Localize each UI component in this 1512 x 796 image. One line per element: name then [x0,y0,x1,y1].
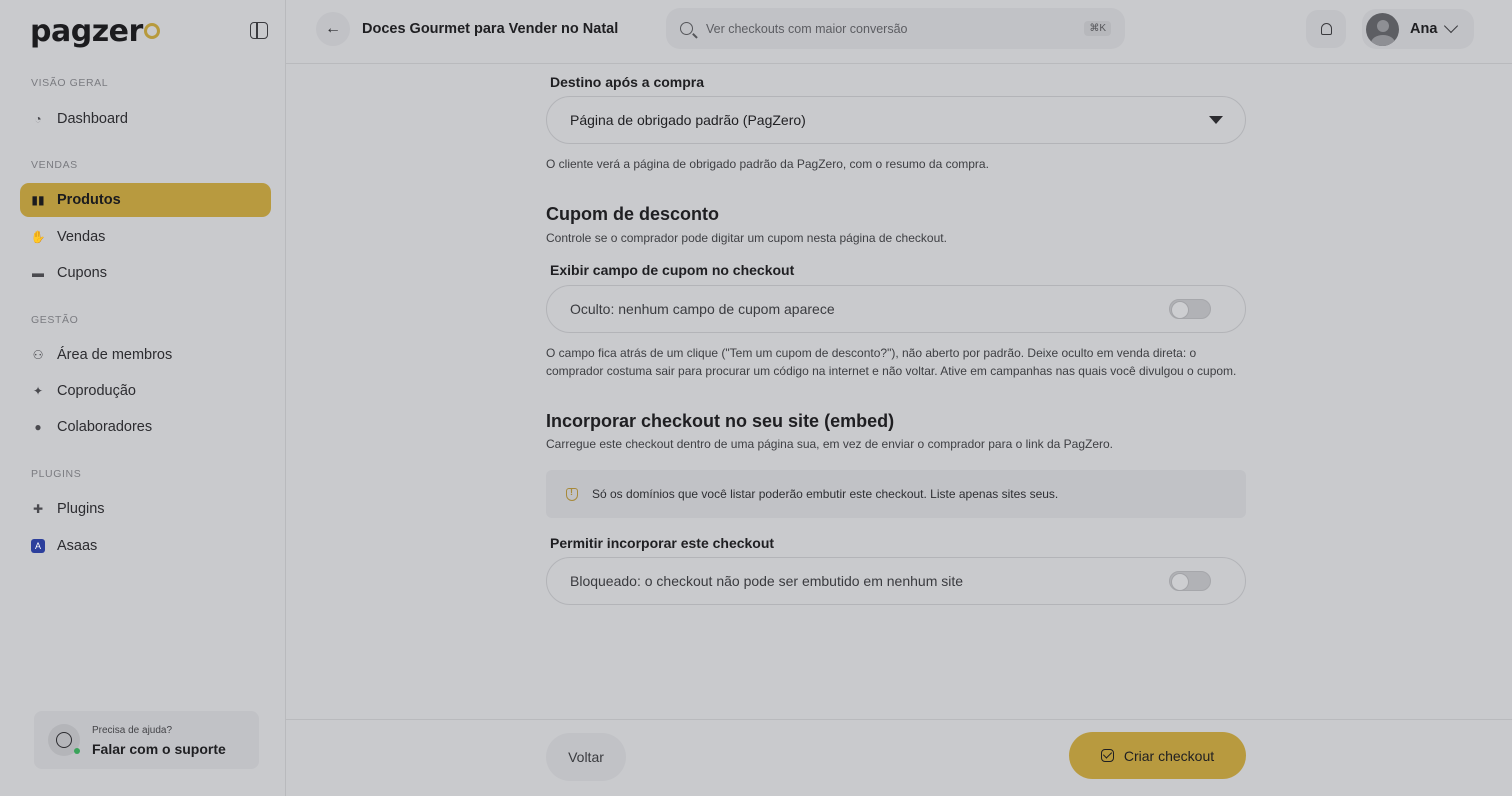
dashboard-icon: ◔ [34,112,42,126]
coupon-toggle-field[interactable]: Oculto: nenhum campo de cupom aparece [546,285,1246,333]
embed-notice-text: Só os domínios que você listar poderão e… [592,487,1059,501]
handshake-icon: ✦ [32,384,44,398]
sidebar-item-coproduction[interactable]: ✦ Coprodução [20,374,271,408]
search-icon [680,22,693,35]
back-button[interactable]: Voltar [546,733,626,781]
coupon-hint: O campo fica atrás de um clique ("Tem um… [546,346,1237,378]
sidebar-item-dashboard[interactable]: ◔ Dashboard [20,102,271,136]
section-title-overview: VISÃO GERAL [31,77,109,89]
sidebar-item-label: Produtos [57,192,121,208]
help-link[interactable]: Falar com o suporte [92,741,226,757]
embed-toggle-field[interactable]: Bloqueado: o checkout não pode ser embut… [546,557,1246,605]
coupon-toggle-text: Oculto: nenhum campo de cupom aparece [570,301,835,317]
coupon-toggle-switch[interactable] [1169,299,1211,319]
sidebar-item-asaas[interactable]: A Asaas [20,529,271,563]
footer-bar: Voltar Criar checkout [286,719,1512,796]
notifications-button[interactable] [1306,10,1346,48]
embed-heading: Incorporar checkout no seu site (embed) [546,411,895,431]
create-checkout-label: Criar checkout [1123,747,1215,764]
coupon-toggle-label: Exibir campo de cupom no checkout [550,262,795,278]
sidebar-item-sales[interactable]: ✋ Vendas [20,220,271,254]
sidebar-item-coupons[interactable]: ▬ Cupons [20,256,271,290]
embed-toggle-text: Bloqueado: o checkout não pode ser embut… [570,573,964,589]
sidebar-item-label: Área de membros [57,347,173,363]
sidebar-collapse-icon[interactable] [250,22,268,39]
coupon-heading: Cupom de desconto [546,204,720,224]
user-icon: ● [34,420,42,434]
sidebar-item-label: Plugins [57,501,105,517]
destination-value: Página de obrigado padrão (PagZero) [570,112,806,128]
coupon-icon: ▬ [32,266,44,280]
chevron-down-icon [1443,18,1459,34]
sidebar: pagzer VISÃO GERAL ◔ Dashboard VENDAS ▮▮… [0,0,286,796]
destination-label: Destino após a compra [550,74,705,90]
help-caption: Precisa de ajuda? [92,725,173,736]
sidebar-item-label: Coprodução [57,383,136,399]
destination-hint: O cliente verá a página de obrigado padr… [546,157,989,171]
arrow-left-icon: ← [325,20,341,37]
sidebar-item-collaborators[interactable]: ● Colaboradores [20,410,271,444]
section-title-plugins: PLUGINS [31,468,82,480]
avatar [1366,12,1399,46]
check-square-icon [1100,749,1114,762]
topbar: ← Doces Gourmet para Vender no Natal Ver… [286,0,1512,64]
create-checkout-button[interactable]: Criar checkout [1069,732,1246,779]
user-name: Ana [1410,21,1438,37]
embed-toggle-label: Permitir incorporar este checkout [550,535,775,551]
shield-warning-icon [566,487,578,501]
search-bar[interactable]: Ver checkouts com maior conversão ⌘K [666,8,1125,49]
sidebar-item-products[interactable]: ▮▮ Produtos [20,183,271,217]
sidebar-item-label: Vendas [57,229,106,245]
bell-icon [1320,23,1332,35]
members-icon: ⚇ [32,348,44,362]
puzzle-icon: ✚ [32,502,44,516]
back-arrow-button[interactable]: ← [316,12,350,46]
logo[interactable]: pagzer [30,14,160,49]
sidebar-item-label: Asaas [57,538,98,554]
shortcut-badge: ⌘K [1084,21,1111,36]
caret-down-icon [1209,116,1223,124]
section-title-management: GESTÃO [31,314,79,326]
embed-subtitle: Carregue este checkout dentro de uma pág… [546,437,1113,451]
embed-toggle-switch[interactable] [1169,571,1211,591]
sidebar-item-members[interactable]: ⚇ Área de membros [20,338,271,372]
asaas-icon: A [31,539,45,553]
search-input[interactable]: Ver checkouts com maior conversão [706,22,907,36]
help-card[interactable]: Precisa de ajuda? Falar com o suporte [34,711,259,769]
section-title-sales: VENDAS [31,159,78,171]
sidebar-item-label: Dashboard [57,111,128,127]
coupon-subtitle: Controle se o comprador pode digitar um … [546,231,947,245]
destination-select[interactable]: Página de obrigado padrão (PagZero) [546,96,1246,144]
page-title: Doces Gourmet para Vender no Natal [362,21,619,37]
online-status-dot [74,748,80,754]
sidebar-item-plugins[interactable]: ✚ Plugins [20,492,271,526]
sales-icon: ✋ [30,230,46,244]
user-menu[interactable]: Ana [1362,9,1474,49]
embed-notice: Só os domínios que você listar poderão e… [546,470,1246,518]
products-icon: ▮▮ [31,193,45,207]
sidebar-item-label: Colaboradores [57,419,153,435]
sidebar-item-label: Cupons [57,265,107,281]
logo-o-mark [143,23,160,39]
